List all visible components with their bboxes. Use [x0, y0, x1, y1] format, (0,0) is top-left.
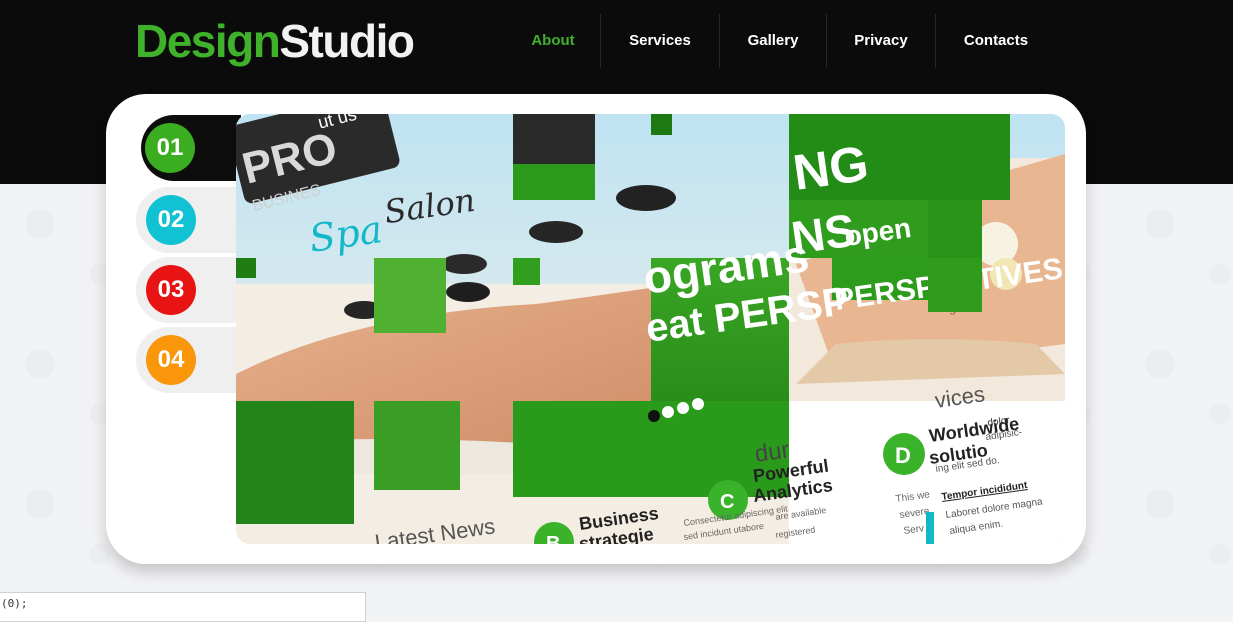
stone-icon — [446, 282, 490, 302]
slider-stage[interactable]: PRO ut us BUSINES Spa Salon Segel NG NS … — [236, 114, 1065, 544]
slide-text-letter-d: D — [895, 443, 911, 468]
stone-icon — [529, 221, 583, 243]
grass-tile — [374, 401, 460, 490]
slider-tab-number: 02 — [146, 195, 196, 245]
slider-tab-number: 01 — [145, 123, 195, 173]
debug-code-box: (0); — [0, 592, 366, 622]
slide-tile — [236, 401, 354, 524]
stone-icon — [616, 185, 676, 211]
slide-text-big-ng: NG — [790, 135, 872, 201]
slider-tab-01[interactable]: 01 — [141, 115, 241, 181]
logo-part-design: Design — [135, 15, 281, 67]
main-nav: About Services Gallery Privacy Contacts — [506, 14, 1056, 68]
slide-text-letter-b: B — [546, 533, 560, 544]
slide-text-letter-c: C — [720, 491, 734, 513]
pagination-dot-4[interactable] — [692, 398, 704, 410]
grass-tile — [374, 258, 446, 333]
pagination-dot-1[interactable] — [648, 410, 660, 422]
slider-tab-02[interactable]: 02 — [136, 187, 236, 253]
slider-tab-03[interactable]: 03 — [136, 257, 236, 323]
slider-tab-number: 04 — [146, 335, 196, 385]
pagination-dot-3[interactable] — [677, 402, 689, 414]
pagination-dot-2[interactable] — [662, 406, 674, 418]
nav-item-gallery[interactable]: Gallery — [719, 14, 826, 68]
logo-part-studio: Studio — [279, 15, 415, 67]
nav-item-contacts[interactable]: Contacts — [935, 14, 1056, 68]
nav-item-about[interactable]: About — [506, 14, 600, 68]
site-logo[interactable]: DesignStudio — [135, 14, 415, 68]
slide-image: PRO ut us BUSINES Spa Salon Segel NG NS … — [236, 114, 1065, 544]
nav-item-privacy[interactable]: Privacy — [826, 14, 935, 68]
slider-tab-number: 03 — [146, 265, 196, 315]
stone-icon — [441, 254, 487, 274]
slider-tab-04[interactable]: 04 — [136, 327, 236, 393]
nav-item-services[interactable]: Services — [600, 14, 719, 68]
